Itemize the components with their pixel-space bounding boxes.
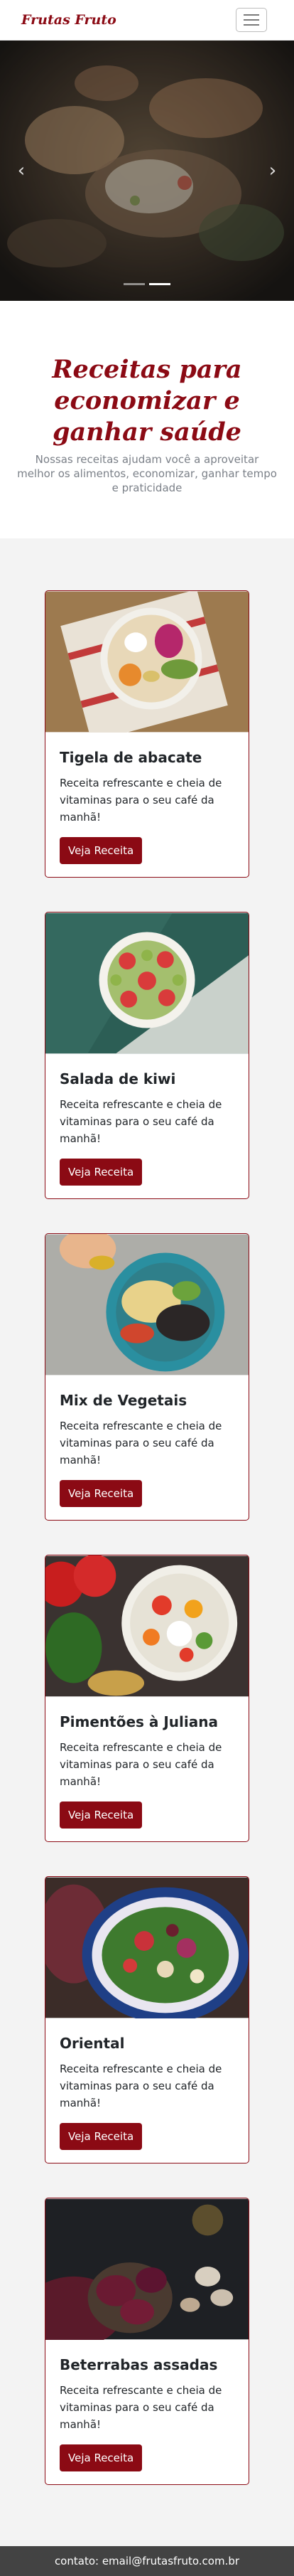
carousel-indicator[interactable] bbox=[124, 283, 145, 285]
view-recipe-button[interactable]: Veja Receita bbox=[60, 1480, 143, 1507]
recipe-card: Salada de kiwi Receita refrescante e che… bbox=[45, 912, 249, 1199]
carousel-prev-button[interactable]: ‹ bbox=[7, 156, 36, 185]
recipe-card: Mix de Vegetais Receita refrescante e ch… bbox=[45, 1233, 249, 1521]
recipe-card: Pimentões à Juliana Receita refrescante … bbox=[45, 1555, 249, 1842]
page-title: Receitas para economizar e ganhar saúde bbox=[52, 355, 242, 447]
footer-contact[interactable]: contato: email@frutasfruto.com.br bbox=[55, 2555, 239, 2567]
recipe-title: Mix de Vegetais bbox=[60, 1392, 187, 1409]
recipe-image-avocado-bowl bbox=[45, 591, 249, 733]
hamburger-icon bbox=[244, 14, 259, 16]
recipe-card: Tigela de abacate Receita refrescante e … bbox=[45, 590, 249, 878]
chevron-right-icon: › bbox=[268, 160, 277, 181]
hero-carousel: ‹ › bbox=[0, 41, 294, 301]
navbar: Frutas Fruto bbox=[0, 0, 294, 41]
chevron-left-icon: ‹ bbox=[17, 160, 26, 181]
recipe-title: Beterrabas assadas bbox=[60, 2356, 218, 2373]
recipe-description: Receita refrescante e cheia de vitaminas… bbox=[60, 1741, 222, 1788]
recipe-description: Receita refrescante e cheia de vitaminas… bbox=[60, 1098, 222, 1145]
recipe-card: Oriental Receita refrescante e cheia de … bbox=[45, 1876, 249, 2163]
view-recipe-button[interactable]: Veja Receita bbox=[60, 2123, 143, 2150]
recipe-title: Salada de kiwi bbox=[60, 1070, 176, 1087]
carousel-indicator-active[interactable] bbox=[149, 283, 170, 285]
footer: contato: email@frutasfruto.com.br bbox=[0, 2546, 294, 2576]
carousel-indicators bbox=[0, 283, 294, 285]
view-recipe-button[interactable]: Veja Receita bbox=[60, 837, 143, 864]
intro-section: Receitas para economizar e ganhar saúde … bbox=[0, 301, 294, 538]
recipe-description: Receita refrescante e cheia de vitaminas… bbox=[60, 2384, 222, 2431]
recipes-section: Tigela de abacate Receita refrescante e … bbox=[0, 538, 294, 2546]
carousel-next-button[interactable]: › bbox=[258, 156, 287, 185]
recipe-title: Pimentões à Juliana bbox=[60, 1713, 218, 1730]
recipe-image-kiwi-salad bbox=[45, 912, 249, 1054]
view-recipe-button[interactable]: Veja Receita bbox=[60, 1159, 143, 1186]
menu-toggle-button[interactable] bbox=[236, 8, 267, 32]
recipe-card: Beterrabas assadas Receita refrescante e… bbox=[45, 2198, 249, 2485]
recipe-image-vegetable-mix bbox=[45, 1234, 249, 1375]
recipe-image-oriental-salad bbox=[45, 1877, 249, 2018]
view-recipe-button[interactable]: Veja Receita bbox=[60, 1801, 143, 1829]
recipe-image-julienne-peppers bbox=[45, 1555, 249, 1697]
recipe-title: Tigela de abacate bbox=[60, 749, 202, 766]
recipe-description: Receita refrescante e cheia de vitaminas… bbox=[60, 2063, 222, 2109]
recipe-description: Receita refrescante e cheia de vitaminas… bbox=[60, 1420, 222, 1467]
view-recipe-button[interactable]: Veja Receita bbox=[60, 2444, 143, 2471]
recipe-image-roasted-beets bbox=[45, 2198, 249, 2340]
hamburger-icon bbox=[244, 19, 259, 21]
carousel-slide-image bbox=[0, 41, 294, 301]
hamburger-icon bbox=[244, 24, 259, 26]
page-subtitle: Nossas receitas ajudam você a aproveitar… bbox=[17, 453, 277, 494]
brand-logo[interactable]: Frutas Fruto bbox=[21, 12, 116, 28]
recipe-description: Receita refrescante e cheia de vitaminas… bbox=[60, 777, 222, 824]
recipe-title: Oriental bbox=[60, 2035, 125, 2052]
